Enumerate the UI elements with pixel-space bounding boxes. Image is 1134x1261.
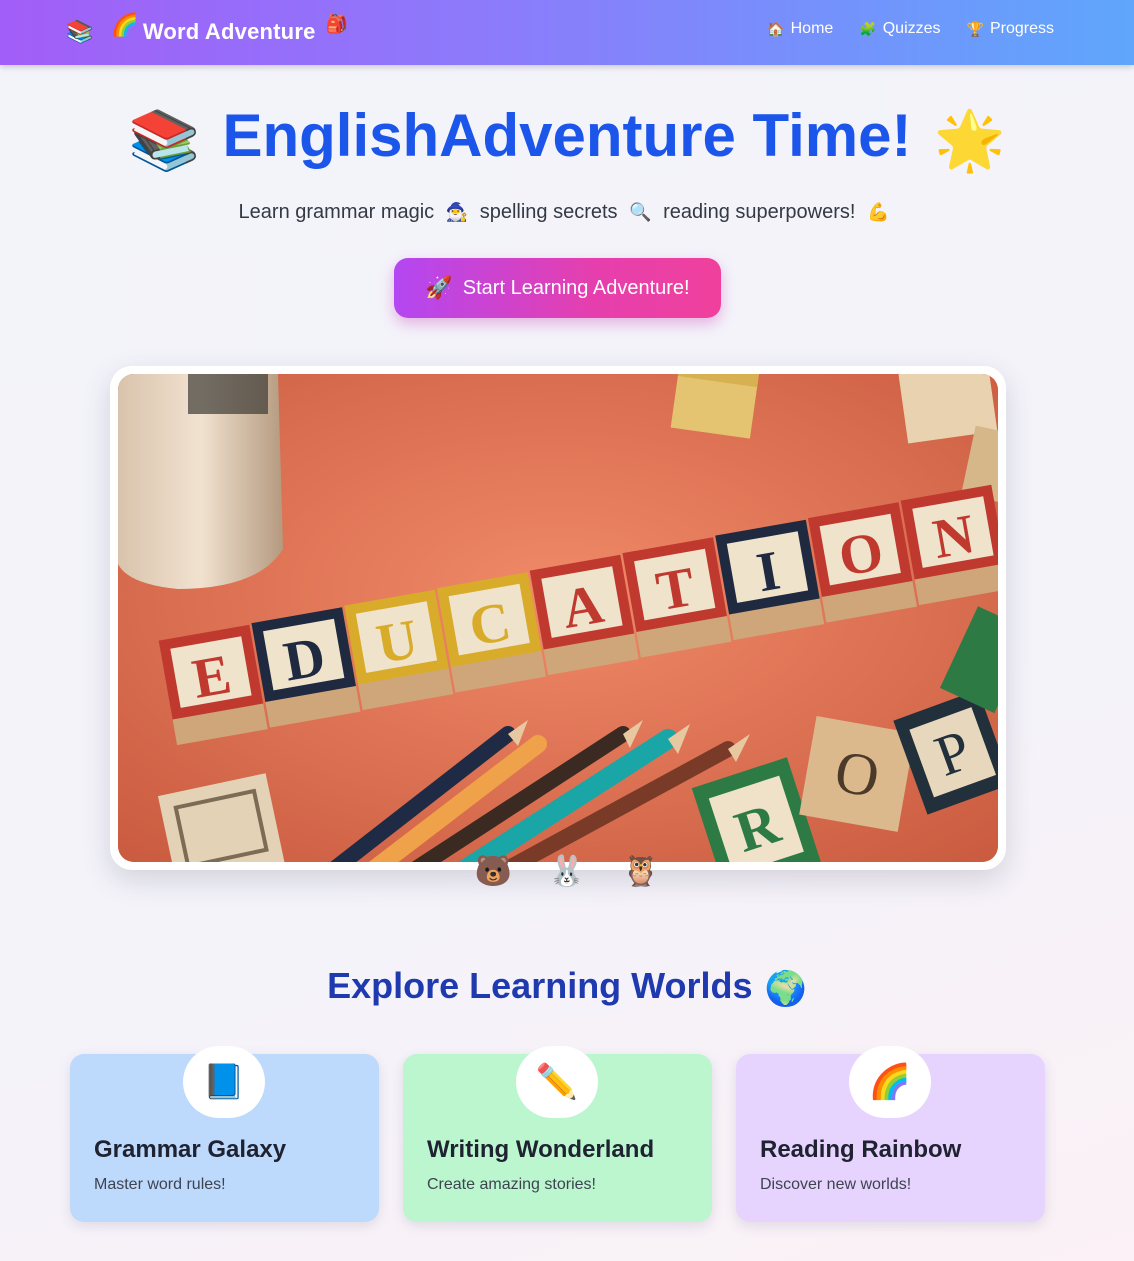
magnifier-icon: 🔍 [629,202,652,222]
letter-block: C [436,572,546,693]
hero-title-text: EnglishAdventure Time! [222,102,912,169]
explore-title-text: Explore Learning Worlds [327,965,753,1006]
subtitle-part-grammar: Learn grammar magic [238,201,435,223]
main-nav: 🏠 Home 🧩 Quizzes 🏆 Progress [767,20,1054,38]
explore-title: Explore Learning Worlds 🌍 [0,962,1134,1013]
education-blocks-photo: EDUCATION R O P [118,374,998,862]
card-description: Master word rules! [94,1176,226,1193]
education-blocks-illustration: EDUCATION R O P [118,374,998,862]
trophy-icon: 🏆 [966,21,984,37]
flexed-biceps-icon: 💪 [867,202,890,222]
letter-block: T [622,537,732,658]
nav-home-label: Home [790,20,834,37]
nav-quizzes-link[interactable]: 🧩 Quizzes [859,20,940,38]
letter-block: O [807,502,917,623]
hero-title: 📚 EnglishAdventure Time! 🌟 [0,96,1134,181]
blue-book-icon: 📘 [183,1046,265,1118]
letter-block: D [251,607,361,728]
backpack-icon: 🎒 [325,14,348,34]
card-grammar-galaxy[interactable]: 📘 Grammar Galaxy Master word rules! [70,1046,379,1222]
owl-icon: 🦉 [622,855,660,888]
rainbow-icon: 🌈 [849,1046,931,1118]
books-icon: 📚 [128,108,201,173]
letter-block: I [715,519,825,641]
card-description: Discover new worlds! [760,1176,912,1193]
mascot-row: 🐻 🐰 🦉 [0,852,1134,892]
globe-icon: 🌍 [764,970,807,1008]
rabbit-icon: 🐰 [548,855,586,888]
puzzle-icon: 🧩 [859,21,877,37]
brand-title: Word Adventure [142,19,316,44]
bear-icon: 🐻 [474,855,512,888]
card-title: Reading Rainbow [760,1136,962,1163]
brand[interactable]: 📚 🌈 Word Adventure 🎒 [66,12,348,52]
star-icon: 🌟 [933,108,1006,173]
house-icon: 🏠 [767,21,785,37]
subtitle-part-reading: reading superpowers! [663,201,856,223]
rainbow-icon: 🌈 [111,12,139,37]
nav-progress-label: Progress [989,20,1054,37]
letter-block: E [158,624,268,746]
books-icon: 📚 [66,19,94,44]
nav-quizzes-label: Quizzes [882,20,941,37]
pencil-icon: ✏️ [516,1046,598,1118]
letter-block: A [529,554,639,676]
hero-subtitle: Learn grammar magic 🧙‍♂️ spelling secret… [0,198,1134,226]
card-writing-wonderland[interactable]: ✏️ Writing Wonderland Create amazing sto… [403,1046,712,1222]
card-description: Create amazing stories! [427,1176,596,1193]
card-reading-rainbow[interactable]: 🌈 Reading Rainbow Discover new worlds! [736,1046,1045,1222]
top-navbar: 📚 🌈 Word Adventure 🎒 🏠 Home 🧩 Quizzes 🏆 … [0,0,1134,65]
wizard-icon: 🧙‍♂️ [445,202,469,222]
subtitle-part-spelling: spelling secrets [479,201,618,223]
start-adventure-button[interactable]: 🚀 Start Learning Adventure! [394,258,721,318]
nav-home-link[interactable]: 🏠 Home [767,20,833,38]
start-adventure-label: Start Learning Adventure! [462,276,690,299]
rocket-icon: 🚀 [425,275,453,300]
hero-photo-frame: EDUCATION R O P [110,366,1006,870]
nav-progress-link[interactable]: 🏆 Progress [967,20,1054,38]
letter-block: U [344,589,454,711]
card-title: Grammar Galaxy [94,1136,287,1163]
card-title: Writing Wonderland [427,1136,655,1163]
